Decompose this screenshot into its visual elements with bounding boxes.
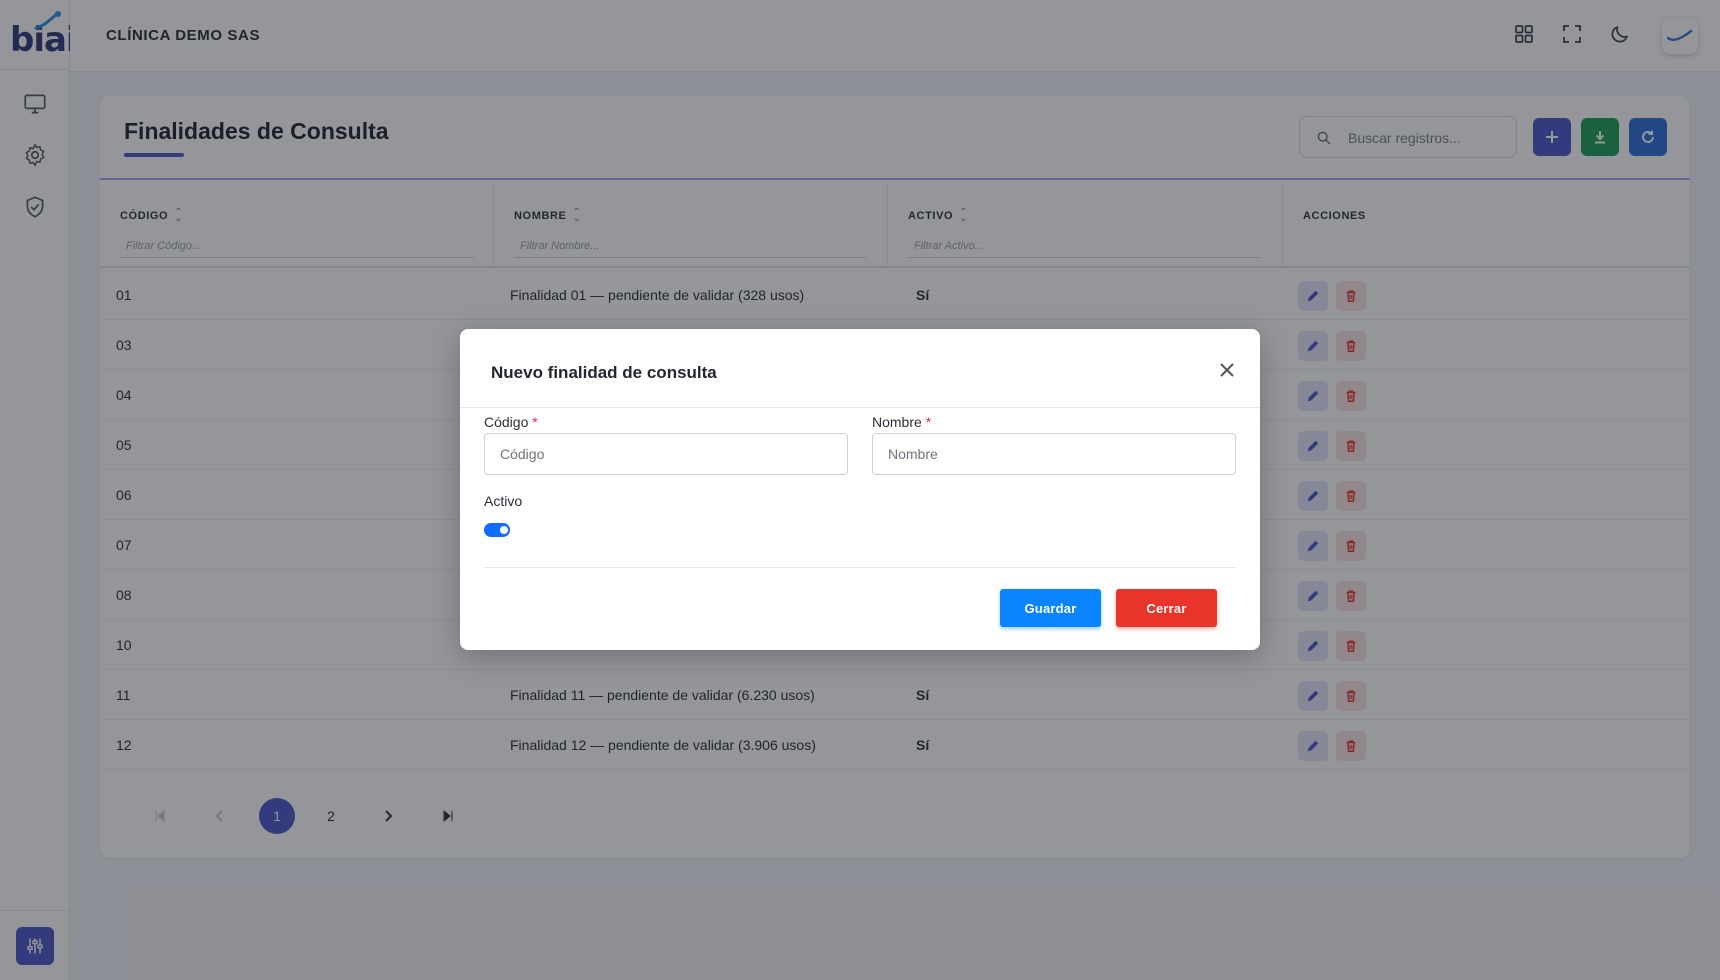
nombre-label: Nombre * <box>872 414 931 430</box>
required-mark: * <box>532 414 538 430</box>
activo-toggle[interactable] <box>484 523 510 537</box>
modal-footer-divider <box>484 567 1236 568</box>
codigo-label: Código * <box>484 414 538 430</box>
modal-title: Nuevo finalidad de consulta <box>491 363 717 382</box>
nombre-field[interactable] <box>872 433 1236 475</box>
modal-close-button[interactable] <box>1216 359 1238 381</box>
save-button[interactable]: Guardar <box>1000 589 1101 627</box>
codigo-field[interactable] <box>484 433 848 475</box>
nombre-label-text: Nombre <box>872 414 922 430</box>
close-button[interactable]: Cerrar <box>1116 589 1217 627</box>
codigo-label-text: Código <box>484 414 529 430</box>
new-finalidad-modal: Nuevo finalidad de consulta Código * Nom… <box>460 329 1260 650</box>
close-icon <box>1220 363 1234 377</box>
modal-header-divider <box>460 407 1260 408</box>
required-mark: * <box>925 414 932 430</box>
activo-label: Activo <box>484 493 523 509</box>
toggle-knob <box>500 526 508 534</box>
